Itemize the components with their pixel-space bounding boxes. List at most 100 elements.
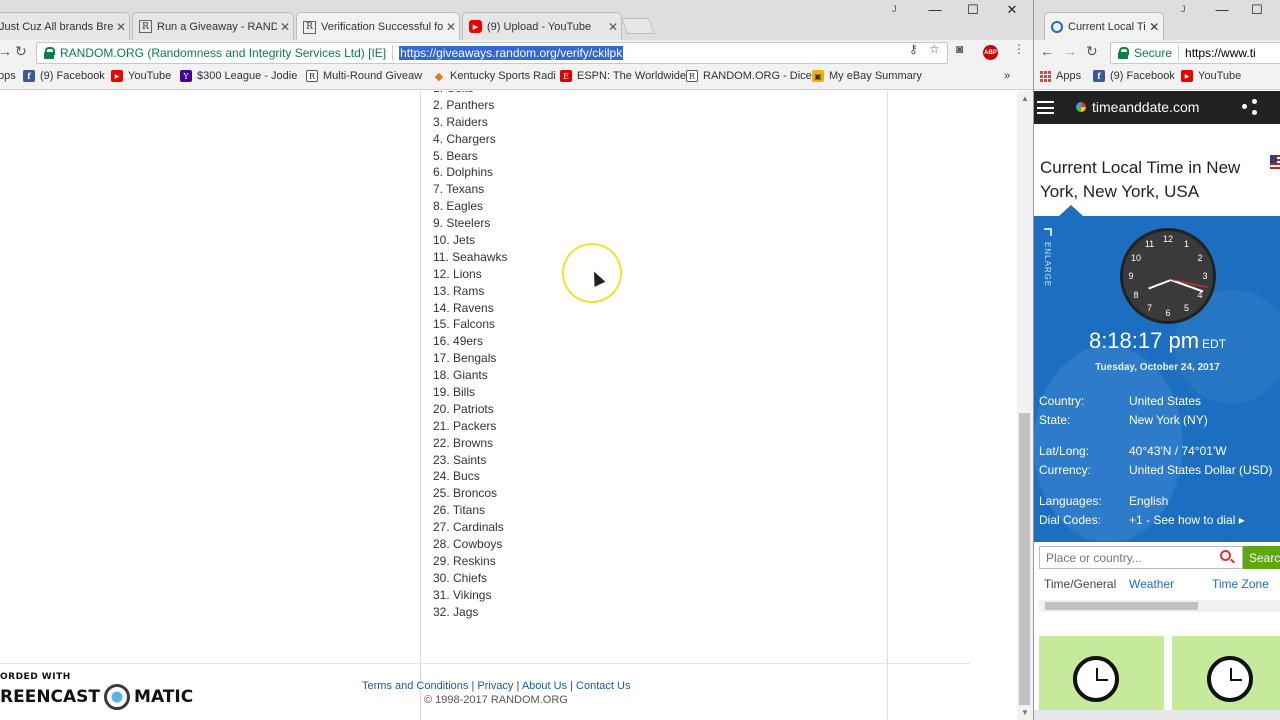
site-logo[interactable]: timeanddate.com	[1076, 99, 1199, 115]
team-list-item: 4. Chargers	[433, 131, 496, 146]
forward-arrow-icon[interactable]: →	[0, 43, 12, 59]
about-link[interactable]: About Us	[522, 680, 567, 692]
watermark-left: REENCAST	[0, 687, 101, 707]
espn-icon: E	[560, 70, 572, 82]
tab-verification-successful[interactable]: R Verification Successful fo ✕	[296, 12, 460, 41]
info-value[interactable]: United States	[1129, 394, 1201, 408]
camera-icon[interactable]: ◙	[956, 42, 963, 56]
screencast-watermark: ORDED WITH REENCAST MATIC	[0, 672, 193, 710]
enlarge-icon[interactable]	[1044, 228, 1052, 236]
tab-time-zone[interactable]: Time Zone	[1212, 577, 1269, 591]
close-icon[interactable]: ✕	[605, 20, 621, 34]
adblock-icon[interactable]: ABP	[983, 45, 998, 60]
url-text[interactable]: https://giveaways.random.org/verify/ckil…	[399, 46, 624, 60]
left-browser-window: Just Cuz All brands Break ✕ R Run a Give…	[0, 0, 1033, 720]
team-list-item: 21. Packers	[433, 418, 497, 433]
lock-icon	[44, 47, 55, 59]
team-list-item: 12. Lions	[433, 266, 482, 281]
address-bar[interactable]: Secure https://www.ti	[1110, 42, 1280, 64]
bookmark-random-dice[interactable]: R RANDOM.ORG - Dice	[686, 70, 812, 82]
team-list-item: 29. Reskins	[433, 553, 496, 568]
close-icon[interactable]: ✕	[443, 20, 459, 34]
tab-run-giveaway[interactable]: R Run a Giveaway - RANDOM ✕	[132, 12, 294, 40]
secure-label: Secure	[1134, 46, 1173, 60]
star-icon[interactable]: ☆	[929, 42, 940, 56]
bookmark-apps[interactable]: Apps	[1040, 70, 1081, 82]
bookmark-label: Apps	[1056, 70, 1082, 82]
address-bar[interactable]: RANDOM.ORG (Randomness and Integrity Ser…	[36, 42, 948, 64]
team-list-item: 17. Bengals	[433, 351, 497, 366]
scrollbar-thumb[interactable]	[1019, 413, 1030, 705]
search-button[interactable]: Search	[1243, 546, 1280, 569]
key-icon[interactable]: ⚷	[909, 42, 918, 56]
maximize-icon[interactable]: ☐	[1239, 2, 1275, 18]
bookmark-kentucky[interactable]: ◆ Kentucky Sports Radi	[433, 70, 556, 83]
bookmark-facebook[interactable]: f (9) Facebook	[1093, 70, 1175, 82]
random-org-icon: R	[306, 70, 318, 82]
team-list-item: 22. Browns	[433, 435, 494, 450]
timer-tile[interactable]	[1172, 636, 1280, 720]
url-text[interactable]: https://www.ti	[1185, 46, 1256, 60]
scroll-down-icon[interactable]: ▼	[1021, 708, 1029, 717]
tab-just-cuz[interactable]: Just Cuz All brands Break ✕	[0, 12, 130, 40]
analog-clock: 12 1 2 3 4 5 6 7 8 9 10 11	[1120, 228, 1216, 324]
hamburger-menu-icon[interactable]	[1037, 101, 1054, 114]
close-icon[interactable]: ✕	[277, 20, 293, 34]
info-value[interactable]: New York (NY)	[1129, 413, 1208, 427]
close-window-icon[interactable]: ✕	[994, 2, 1030, 18]
team-list-item: 14. Ravens	[433, 300, 494, 315]
new-tab-button[interactable]	[621, 18, 655, 34]
privacy-link[interactable]: Privacy	[477, 680, 513, 692]
terms-link[interactable]: Terms and Conditions	[362, 680, 468, 692]
tab-time-general[interactable]: Time/General	[1044, 577, 1116, 591]
contact-link[interactable]: Contact Us	[576, 680, 630, 692]
bookmark-ebay[interactable]: ▣ My eBay Summary	[812, 70, 922, 82]
bookmark-label: RANDOM.ORG - Dice	[703, 70, 812, 82]
scrollbar-thumb[interactable]	[1045, 602, 1198, 610]
reload-icon[interactable]: ↻	[1086, 43, 1098, 60]
profile-indicator[interactable]: J	[892, 4, 897, 14]
tab-weather[interactable]: Weather	[1129, 577, 1174, 591]
info-value[interactable]: United States Dollar (USD)	[1129, 463, 1272, 477]
bottom-scrollbar[interactable]	[1034, 710, 1280, 720]
bookmark-youtube[interactable]: ▶ YouTube	[111, 70, 171, 82]
facebook-icon: f	[23, 70, 35, 82]
enlarge-label[interactable]: ENLARGE	[1043, 242, 1052, 287]
minimize-icon[interactable]: —	[1204, 2, 1240, 17]
search-icon[interactable]	[1220, 550, 1231, 561]
bookmark-yahoo-league[interactable]: Y $300 League - Jodie	[180, 70, 297, 82]
bookmarks-overflow[interactable]: »	[1004, 70, 1010, 82]
tab-youtube-upload[interactable]: ▶ (9) Upload - YouTube ✕	[462, 12, 622, 40]
scroll-up-icon[interactable]: ▲	[1021, 94, 1029, 103]
team-list-item: 3. Raiders	[433, 114, 488, 129]
tab-current-local-time[interactable]: Current Local Ti ✕	[1044, 12, 1164, 41]
forward-arrow-icon[interactable]: →	[1063, 43, 1077, 59]
info-key: State:	[1039, 413, 1071, 427]
bookmark-multi-round[interactable]: R Multi-Round Giveaw	[306, 70, 422, 82]
world-clock-tile[interactable]	[1039, 636, 1164, 720]
bookmark-label: $300 League - Jodie	[197, 70, 298, 82]
site-header: timeanddate.com	[1034, 91, 1280, 124]
close-icon[interactable]: ✕	[113, 20, 129, 34]
panel-notch	[1059, 205, 1083, 216]
bookmark-apps[interactable]: pps	[0, 70, 16, 82]
maximize-icon[interactable]: ☐	[955, 2, 991, 18]
place-search-input[interactable]	[1039, 546, 1243, 569]
bookmark-facebook[interactable]: f (9) Facebook	[23, 70, 105, 82]
horizontal-scrollbar[interactable]	[1039, 600, 1280, 612]
vertical-scrollbar[interactable]: ▲ ▼	[1017, 91, 1033, 720]
bookmark-youtube[interactable]: ▶ YouTube	[1181, 70, 1241, 82]
minimize-icon[interactable]: —	[917, 2, 953, 17]
bookmark-espn[interactable]: E ESPN: The Worldwide	[560, 70, 686, 82]
menu-icon[interactable]: ⋮	[1013, 42, 1025, 56]
share-icon[interactable]	[1242, 99, 1258, 115]
info-value[interactable]: +1 - See how to dial ▸	[1129, 513, 1245, 527]
close-icon[interactable]: ✕	[1146, 20, 1163, 34]
profile-indicator[interactable]: J	[1181, 4, 1186, 14]
info-key: Dial Codes:	[1039, 513, 1102, 527]
clock-numeral: 8	[1133, 289, 1139, 300]
clock-numeral: 11	[1144, 238, 1155, 249]
clock-numeral: 10	[1130, 252, 1141, 263]
reload-icon[interactable]: ↻	[15, 43, 27, 60]
back-arrow-icon[interactable]: ←	[1040, 43, 1054, 59]
